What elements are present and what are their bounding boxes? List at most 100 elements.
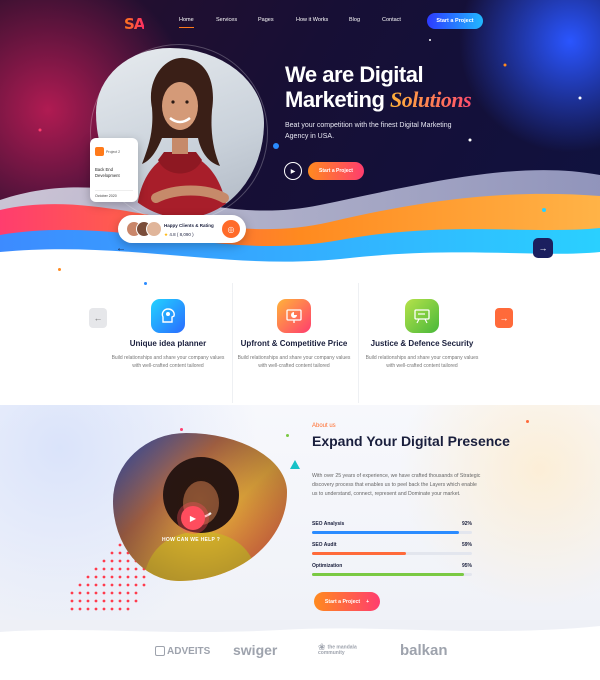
skill-bar: SEO Analysis 92% xyxy=(312,521,472,534)
dot-decoration xyxy=(526,420,529,423)
hero-title: We are Digital Marketing Solutions xyxy=(285,62,472,112)
dot xyxy=(102,575,106,579)
dot xyxy=(142,583,146,587)
dot xyxy=(126,607,130,611)
dot xyxy=(110,599,114,603)
partner-logo-adveits: ADVEITS xyxy=(155,646,210,657)
dot xyxy=(78,599,82,603)
dot-decoration xyxy=(58,268,61,271)
partner-logo-balkan: balkan xyxy=(400,642,448,659)
dot xyxy=(86,575,90,579)
dot xyxy=(118,607,122,611)
skill-track xyxy=(312,573,472,576)
hero-title-line1: We are Digital xyxy=(285,62,424,87)
dot xyxy=(78,607,82,611)
dot xyxy=(102,559,106,563)
nav-item-how-it-works[interactable]: How it Works xyxy=(296,17,328,23)
hero-title-line2: Marketing Solutions xyxy=(285,87,472,112)
dot xyxy=(102,583,106,587)
skill-percent: 59% xyxy=(461,542,472,548)
dot xyxy=(134,583,138,587)
hero-section: SA Home Services Pages How it Works Blog… xyxy=(0,0,600,275)
adveits-icon xyxy=(155,646,165,657)
about-title: Expand Your Digital Presence xyxy=(312,433,510,449)
hero-play-button[interactable]: ▶ xyxy=(284,162,302,180)
dot xyxy=(86,599,90,603)
features-next-button[interactable]: → xyxy=(495,308,513,328)
dot xyxy=(102,599,106,603)
skill-name: Optimization xyxy=(312,563,343,569)
feature-title: Upfront & Competitive Price xyxy=(240,339,348,348)
feature-card: Unique idea planner Build relationships … xyxy=(108,299,228,370)
play-icon: ▶ xyxy=(290,168,296,175)
main-nav: Home Services Pages How it Works Blog Co… xyxy=(0,17,600,29)
happy-clients-card: Happy Clients & Rating ★ 4.8 ( 8,090 ) ◎ xyxy=(118,215,246,243)
hero-subtitle: Beat your competition with the finest Di… xyxy=(285,122,452,140)
video-label: HOW CAN WE HELP ? xyxy=(162,537,221,543)
skill-name: SEO Analysis xyxy=(312,521,345,527)
skill-track xyxy=(312,531,472,534)
dot xyxy=(126,583,130,587)
nav-item-contact[interactable]: Contact xyxy=(382,17,401,23)
dot xyxy=(126,599,130,603)
feature-desc: Build relationships and share your compa… xyxy=(237,355,351,369)
features-prev-button[interactable]: ← xyxy=(89,308,107,328)
feature-card: Justice & Defence Security Build relatio… xyxy=(362,299,482,370)
skill-name: SEO Audit xyxy=(312,542,337,548)
nav-item-blog[interactable]: Blog xyxy=(349,17,360,23)
skill-percent: 92% xyxy=(461,521,472,527)
skill-fill xyxy=(312,552,407,555)
skill-fill xyxy=(312,573,464,576)
project-icon xyxy=(95,147,104,157)
arrow-left-icon: ← xyxy=(93,313,103,323)
nav-item-home[interactable]: Home xyxy=(179,17,194,28)
clients-rating: ★ 4.8 ( 8,090 ) xyxy=(164,232,194,238)
dot xyxy=(94,599,98,603)
dot xyxy=(78,591,82,595)
nav-item-pages[interactable]: Pages xyxy=(258,17,274,23)
dot xyxy=(126,591,130,595)
hero-start-project-button[interactable]: Start a Project xyxy=(308,162,364,180)
dot xyxy=(102,591,106,595)
skill-fill xyxy=(312,531,460,534)
nav-start-project-button[interactable]: Start a Project xyxy=(427,13,483,29)
project-title: Back End Development xyxy=(95,167,120,179)
skill-percent: 95% xyxy=(461,563,472,569)
about-section: ▶ HOW CAN WE HELP ? About us Expand Your… xyxy=(0,405,600,620)
project-card: Project 2 Back End Development October 2… xyxy=(90,138,138,202)
rating-badge-icon: ◎ xyxy=(222,220,240,238)
dot xyxy=(70,607,74,611)
nav-item-services[interactable]: Services xyxy=(216,17,237,23)
project-date: October 2020 xyxy=(95,189,133,198)
dot xyxy=(102,607,106,611)
feature-divider xyxy=(358,283,359,403)
about-kicker: About us xyxy=(312,423,336,429)
partner-logo-mandala: ❀ the mandala community xyxy=(318,643,378,657)
skill-bar: SEO Audit 59% xyxy=(312,542,472,555)
partners-wave-decoration xyxy=(0,620,600,632)
lightbulb-head-icon xyxy=(151,299,185,333)
about-start-project-button[interactable]: Start a Project + xyxy=(314,592,380,611)
feature-desc: Build relationships and share your compa… xyxy=(111,355,225,369)
about-description: With over 25 years of experience, we hav… xyxy=(312,473,481,497)
hero-prev-arrow-icon[interactable]: ← xyxy=(114,241,128,255)
project-label: Project 2 xyxy=(106,149,121,154)
partner-name: ADVEITS xyxy=(167,646,211,657)
video-overlay xyxy=(113,433,287,581)
video-thumbnail[interactable] xyxy=(113,433,287,581)
feature-divider xyxy=(232,283,233,403)
video-play-button[interactable]: ▶ xyxy=(181,506,205,530)
dot xyxy=(94,583,98,587)
dot xyxy=(94,607,98,611)
dot xyxy=(110,583,114,587)
clients-rating-value: 4.8 ( 8,090 ) xyxy=(169,232,194,237)
hero-next-arrow-button[interactable]: → xyxy=(533,238,553,258)
dot xyxy=(118,583,122,587)
dot xyxy=(134,591,138,595)
presentation-icon xyxy=(405,299,439,333)
dot xyxy=(78,583,82,587)
arrow-right-icon: → xyxy=(499,313,509,323)
clients-title: Happy Clients & Rating xyxy=(164,223,214,228)
dot xyxy=(102,567,106,571)
features-section: ← → Unique idea planner Build relationsh… xyxy=(0,275,600,405)
